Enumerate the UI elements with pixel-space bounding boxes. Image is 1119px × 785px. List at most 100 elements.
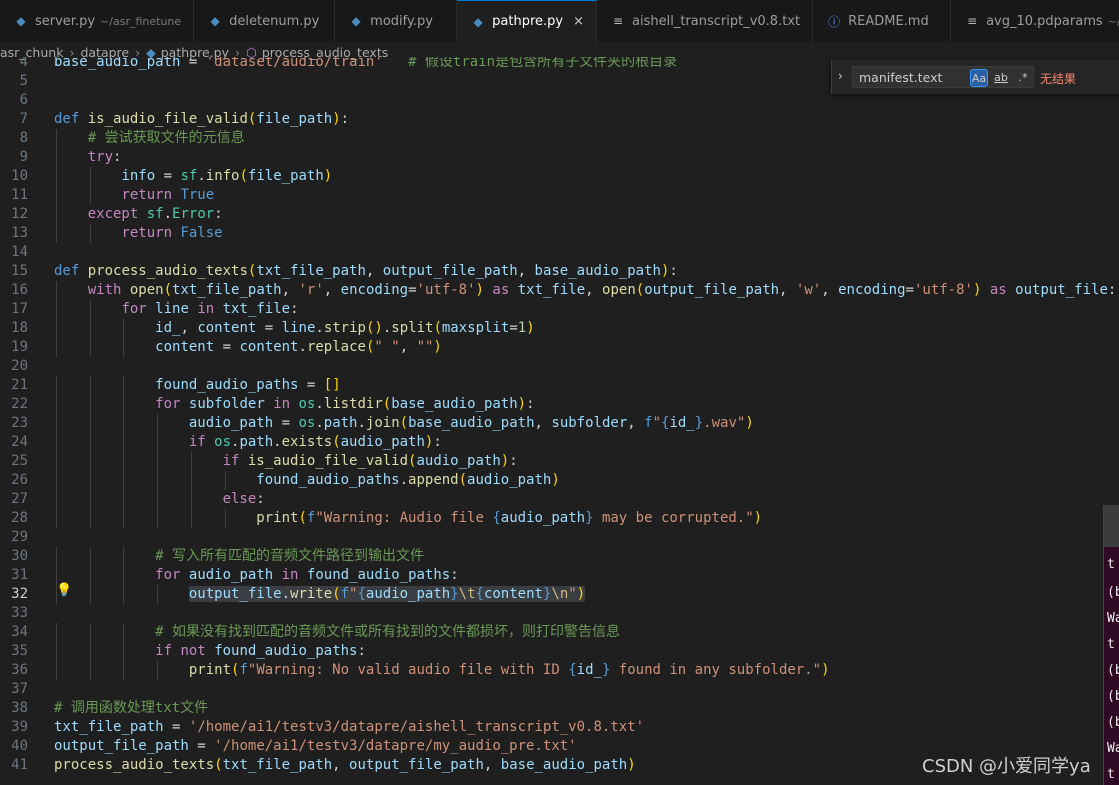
indent-guide bbox=[123, 471, 125, 490]
terminal-peek-header bbox=[1104, 505, 1119, 547]
code-line[interactable]: 25 if is_audio_file_valid(audio_path): bbox=[0, 452, 1119, 471]
code-line[interactable]: 38 # 调用函数处理txt文件 bbox=[0, 699, 1119, 718]
indent-guide bbox=[89, 319, 91, 338]
indent-guide bbox=[89, 661, 91, 680]
code-text: # 写入所有匹配的音频文件路径到输出文件 bbox=[155, 548, 425, 564]
terminal-line: t bbox=[1107, 637, 1115, 652]
regex-toggle[interactable]: .* bbox=[1014, 69, 1032, 87]
line-number: 22 bbox=[11, 396, 28, 412]
tab-label: pathpre.py bbox=[492, 14, 564, 29]
line-number: 8 bbox=[19, 130, 28, 146]
code-line[interactable]: 28 print(f"Warning: Audio file {audio_pa… bbox=[0, 509, 1119, 528]
match-case-toggle[interactable]: Aa bbox=[970, 69, 988, 87]
line-number: 16 bbox=[11, 282, 28, 298]
find-result-status: 无结果 bbox=[1040, 72, 1077, 86]
close-icon[interactable]: × bbox=[573, 14, 584, 29]
tab-label: server.py bbox=[35, 13, 96, 29]
code-line[interactable]: 8 # 尝试获取文件的元信息 bbox=[0, 129, 1119, 148]
code-line[interactable]: 31 for audio_path in found_audio_paths: bbox=[0, 566, 1119, 585]
indent-guide bbox=[56, 376, 57, 395]
code-text: output_file_path = '/home/ai1/testv3/dat… bbox=[54, 738, 577, 754]
code-line[interactable]: 17 for line in txt_file: bbox=[0, 300, 1119, 319]
code-text: found_audio_paths = [] bbox=[155, 377, 341, 393]
line-number: 30 bbox=[11, 548, 28, 564]
indent-guide bbox=[123, 642, 125, 661]
code-line[interactable]: 9 try: bbox=[0, 148, 1119, 167]
code-line[interactable]: 16 with open(txt_file_path, 'r', encodin… bbox=[0, 281, 1119, 300]
code-line[interactable]: 39 txt_file_path = '/home/ai1/testv3/data… bbox=[0, 718, 1119, 737]
code-line[interactable]: 13 return False bbox=[0, 224, 1119, 243]
line-number: 37 bbox=[11, 681, 28, 697]
code-line[interactable]: 33 bbox=[0, 604, 1119, 623]
code-line[interactable]: 14 bbox=[0, 243, 1119, 262]
code-line[interactable]: 10 info = sf.info(file_path) bbox=[0, 167, 1119, 186]
indent-guide bbox=[89, 566, 91, 585]
match-whole-word-toggle[interactable]: ab bbox=[992, 69, 1010, 87]
chevron-right-icon[interactable]: › bbox=[838, 69, 843, 83]
code-line[interactable]: 18 id_, content = line.strip().split(max… bbox=[0, 319, 1119, 338]
code-line[interactable]: 11 return True bbox=[0, 186, 1119, 205]
code-line[interactable]: 36 print(f"Warning: No valid audio file … bbox=[0, 661, 1119, 680]
line-number: 29 bbox=[11, 529, 28, 545]
code-line[interactable]: 29 bbox=[0, 528, 1119, 547]
code-text: return True bbox=[121, 187, 215, 203]
code-line[interactable]: 32 output_file.write(f"{audio_path}\t{co… bbox=[0, 585, 1119, 604]
code-line[interactable]: 34 # 如果没有找到匹配的音频文件或所有找到的文件都损坏，则打印警告信息 bbox=[0, 623, 1119, 642]
code-text: def is_audio_file_valid(file_path): bbox=[54, 111, 350, 127]
tab-label: deletenum.py bbox=[229, 13, 320, 29]
tab-modify-py[interactable]: ◆ modify.py bbox=[335, 0, 458, 42]
line-number: 19 bbox=[11, 339, 28, 355]
line-number: 18 bbox=[11, 320, 28, 336]
indent-guide bbox=[224, 509, 226, 528]
code-text: else: bbox=[222, 491, 265, 507]
code-line[interactable]: 30 # 写入所有匹配的音频文件路径到输出文件 bbox=[0, 547, 1119, 566]
indent-guide bbox=[123, 319, 125, 338]
code-line[interactable]: 12 except sf.Error: bbox=[0, 205, 1119, 224]
tab-label: modify.py bbox=[370, 13, 433, 29]
indent-guide bbox=[89, 547, 91, 566]
tab-deletenum-py[interactable]: ◆ deletenum.py bbox=[194, 0, 336, 42]
terminal-line: t bbox=[1107, 767, 1115, 782]
indent-guide bbox=[157, 414, 159, 433]
indent-guide bbox=[89, 471, 91, 490]
code-line[interactable]: 7 def is_audio_file_valid(file_path): bbox=[0, 110, 1119, 129]
code-text: if not found_audio_paths: bbox=[155, 643, 366, 659]
indent-guide bbox=[123, 623, 125, 642]
code-line[interactable]: 35 if not found_audio_paths: bbox=[0, 642, 1119, 661]
indent-guide bbox=[190, 490, 192, 509]
code-line[interactable]: 15 def process_audio_texts(txt_file_path,… bbox=[0, 262, 1119, 281]
code-line[interactable]: 27 else: bbox=[0, 490, 1119, 509]
code-line[interactable]: 21 found_audio_paths = [] bbox=[0, 376, 1119, 395]
code-text: try: bbox=[87, 149, 122, 165]
code-line[interactable]: 24 if os.path.exists(audio_path): bbox=[0, 433, 1119, 452]
tab-server-py[interactable]: ◆ server.py ~/asr_finetune bbox=[0, 0, 195, 42]
code-text: base_audio_path = 'dataset/audio/train' … bbox=[54, 57, 678, 70]
terminal-peek[interactable]: t (b Wa t (b (b (b Wa t bbox=[1103, 505, 1119, 785]
lightbulb-icon[interactable]: 💡 bbox=[56, 583, 72, 598]
indent-guide bbox=[89, 224, 91, 243]
python-icon: ◆ bbox=[210, 14, 220, 28]
indent-guide bbox=[56, 623, 57, 642]
indent-guide bbox=[190, 509, 192, 528]
code-line[interactable]: 23 audio_path = os.path.join(base_audio_… bbox=[0, 414, 1119, 433]
indent-guide bbox=[89, 186, 91, 205]
tab-avg-10-pdparams[interactable]: ≡ avg_10.pdparams ~/…/chunk bbox=[951, 0, 1119, 42]
code-text: except sf.Error: bbox=[87, 206, 223, 222]
code-editor[interactable]: 4 base_audio_path = 'dataset/audio/train'… bbox=[0, 57, 1119, 785]
line-number: 40 bbox=[11, 738, 28, 754]
code-line[interactable]: 26 found_audio_paths.append(audio_path) bbox=[0, 471, 1119, 490]
line-number: 5 bbox=[19, 73, 28, 89]
code-line[interactable]: 19 content = content.replace(" ", "") bbox=[0, 338, 1119, 357]
tab-pathpre-py[interactable]: ◆ pathpre.py × bbox=[457, 0, 598, 42]
indent-guide bbox=[190, 471, 192, 490]
tab-readme-md[interactable]: ⓘ README.md bbox=[813, 0, 952, 42]
code-line[interactable]: 22 for subfolder in os.listdir(base_audi… bbox=[0, 395, 1119, 414]
indent-guide bbox=[123, 509, 125, 528]
tab-bar: ◆ server.py ~/asr_finetune ◆ deletenum.p… bbox=[0, 0, 1119, 43]
tab-aishell-transcript[interactable]: ≡ aishell_transcript_v0.8.txt bbox=[597, 0, 814, 42]
indent-guide bbox=[157, 585, 159, 604]
code-text: audio_path = os.path.join(base_audio_pat… bbox=[188, 415, 754, 431]
code-line[interactable]: 37 bbox=[0, 680, 1119, 699]
code-text: for subfolder in os.listdir(base_audio_p… bbox=[155, 396, 535, 412]
code-line[interactable]: 20 bbox=[0, 357, 1119, 376]
